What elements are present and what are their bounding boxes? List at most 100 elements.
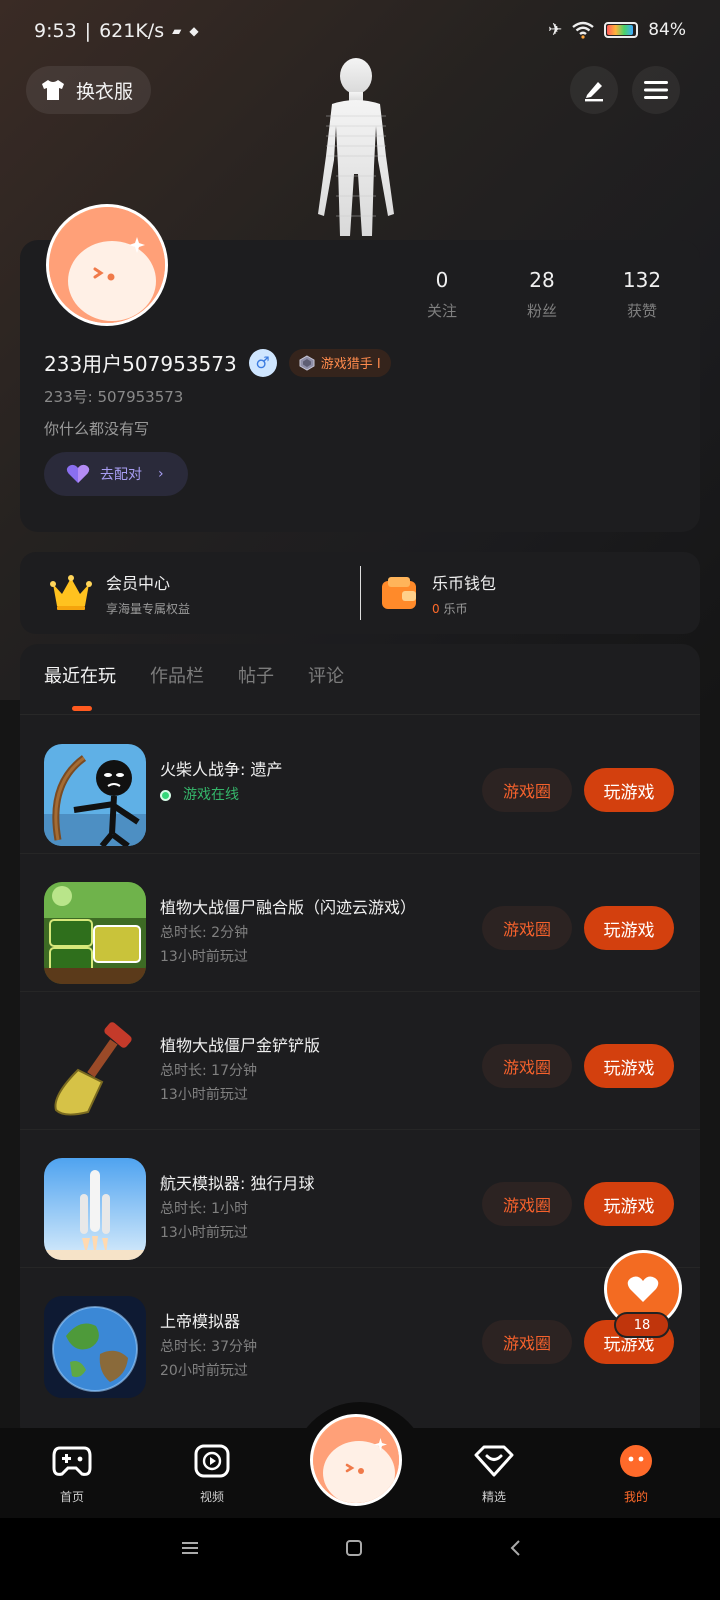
tab-posts[interactable]: 帖子: [238, 662, 274, 688]
stat-following[interactable]: 0 关注: [392, 268, 492, 321]
game-playtime: 总时长: 17分钟: [160, 1063, 257, 1079]
recents-icon[interactable]: [180, 1540, 200, 1556]
game-icon-god-simulator[interactable]: [44, 1296, 146, 1398]
stat-label: 关注: [426, 302, 457, 320]
male-gender-icon: ♂: [248, 348, 277, 377]
tab-comments[interactable]: 评论: [308, 662, 344, 688]
like-count: 18: [614, 1312, 670, 1338]
status-right: ✈ 84%: [548, 20, 686, 40]
nav-home[interactable]: 首页: [32, 1444, 112, 1505]
wallet-amount: 0: [432, 601, 440, 616]
change-outfit-button[interactable]: 换衣服: [26, 66, 152, 114]
heart-shield-icon: [474, 1445, 514, 1477]
battery-icon: [604, 22, 639, 38]
status-speed: 621K/s: [99, 20, 165, 42]
game-circle-button[interactable]: 游戏圈: [482, 906, 572, 950]
tab-works[interactable]: 作品栏: [150, 662, 204, 688]
wallet-icon: [382, 577, 416, 609]
nav-video[interactable]: 视频: [172, 1444, 252, 1505]
heart-icon: [627, 1276, 659, 1302]
game-circle-button[interactable]: 游戏圈: [482, 1044, 572, 1088]
game-circle-button[interactable]: 游戏圈: [482, 768, 572, 812]
game-last-played: 13小时前玩过: [160, 1225, 248, 1241]
game-icon-pvz-fusion[interactable]: [44, 882, 146, 984]
membership-card: 会员中心 享海量专属权益 乐币钱包 0 乐币: [20, 552, 700, 634]
vip-subtitle: 享海量专属权益: [106, 601, 191, 616]
hamburger-icon: [644, 81, 668, 99]
stat-likes[interactable]: 132 获赞: [592, 268, 692, 321]
stat-label: 粉丝: [526, 302, 557, 320]
status-left: 9:53 | 621K/s ▰ ◆: [34, 20, 199, 42]
nav-label: 视频: [199, 1490, 224, 1504]
bio: 你什么都没有写: [44, 420, 150, 438]
play-game-button[interactable]: 玩游戏: [584, 1182, 674, 1226]
game-name: 植物大战僵尸融合版（闪迹云游戏）: [160, 898, 417, 917]
back-icon[interactable]: [508, 1538, 524, 1558]
notification-icon-2: ◆: [189, 24, 199, 38]
tab-indicator: [72, 706, 92, 711]
username-row: 233用户507953573 ♂ 游戏猎手 I: [44, 348, 391, 377]
change-outfit-label: 换衣服: [76, 80, 134, 103]
game-name: 上帝模拟器: [160, 1312, 241, 1331]
status-bar: 9:53 | 621K/s ▰ ◆ ✈ 84%: [0, 0, 720, 64]
nav-label: 首页: [59, 1490, 84, 1504]
online-text: 游戏在线: [183, 787, 239, 803]
stick-war-icon: [44, 744, 146, 846]
game-icon-spaceflight[interactable]: [44, 1158, 146, 1260]
badge-label: 游戏猎手 I: [320, 357, 381, 372]
edit-profile-button[interactable]: [570, 66, 618, 114]
nav-mine[interactable]: 我的: [596, 1444, 676, 1505]
avatar-figure[interactable]: [306, 56, 406, 242]
center-avatar-button[interactable]: [310, 1414, 402, 1506]
airplane-icon: ✈: [547, 20, 563, 40]
play-game-button[interactable]: 玩游戏: [584, 906, 674, 950]
wallet-unit: 乐币: [443, 601, 468, 616]
stat-value: 132: [622, 268, 662, 292]
play-game-button[interactable]: 玩游戏: [584, 1044, 674, 1088]
profile-face-icon: [620, 1445, 652, 1477]
wallet-entry[interactable]: 乐币钱包 0 乐币: [380, 552, 496, 634]
game-online-status: 游戏在线: [160, 784, 239, 804]
divider: [360, 566, 361, 620]
game-row[interactable]: 植物大战僵尸金铲铲版 总时长: 17分钟 13小时前玩过 游戏圈 玩游戏: [20, 990, 700, 1130]
nav-label: 精选: [481, 1490, 506, 1504]
play-game-button[interactable]: 玩游戏: [584, 768, 674, 812]
game-circle-button[interactable]: 游戏圈: [482, 1182, 572, 1226]
battery-percent: 84%: [648, 20, 686, 40]
game-last-played: 13小时前玩过: [160, 1087, 248, 1103]
golden-shovel-icon: [54, 1022, 132, 1116]
game-row[interactable]: 航天模拟器: 独行月球 总时长: 1小时 13小时前玩过 游戏圈 玩游戏: [20, 1128, 700, 1268]
wifi-icon: [572, 21, 594, 39]
content-tabs: 最近在玩 作品栏 帖子 评论: [44, 662, 344, 688]
nav-featured[interactable]: 精选: [454, 1444, 534, 1505]
user-id[interactable]: 233号: 507953573: [44, 386, 183, 407]
game-row[interactable]: 火柴人战争: 遗产 游戏在线 游戏圈 玩游戏: [20, 714, 700, 854]
wallet-title: 乐币钱包: [432, 573, 497, 593]
pencil-icon: [585, 82, 603, 102]
game-playtime: 总时长: 37分钟: [160, 1339, 257, 1355]
profile-stats: 0 关注 28 粉丝 132 获赞: [392, 268, 692, 321]
vip-title: 会员中心: [106, 573, 171, 593]
stat-followers[interactable]: 28 粉丝: [492, 268, 592, 321]
tshirt-icon: [42, 80, 64, 100]
tab-recently-played[interactable]: 最近在玩: [44, 662, 116, 688]
game-name: 航天模拟器: 独行月球: [160, 1174, 315, 1193]
home-icon[interactable]: [344, 1538, 364, 1558]
game-circle-button[interactable]: 游戏圈: [482, 1320, 572, 1364]
game-row[interactable]: 植物大战僵尸融合版（闪迹云游戏） 总时长: 2分钟 13小时前玩过 游戏圈 玩游…: [20, 852, 700, 992]
heart-icon: [66, 464, 90, 483]
game-last-played: 13小时前玩过: [160, 949, 248, 965]
game-name: 火柴人战争: 遗产: [160, 760, 283, 779]
game-icon-pvz-shovel[interactable]: [44, 1020, 146, 1122]
go-match-button[interactable]: 去配对 ›: [44, 452, 188, 496]
game-icon-stick-war[interactable]: [44, 744, 146, 846]
online-dot-icon: [160, 789, 171, 801]
game-row[interactable]: 上帝模拟器 总时长: 37分钟 20小时前玩过 游戏圈 玩游戏: [20, 1266, 700, 1406]
game-hunter-badge[interactable]: 游戏猎手 I: [288, 348, 391, 377]
stat-label: 获赞: [626, 302, 657, 320]
game-name: 植物大战僵尸金铲铲版: [160, 1036, 321, 1055]
menu-button[interactable]: [632, 66, 680, 114]
user-avatar[interactable]: [46, 204, 168, 326]
chevron-right-icon: ›: [158, 466, 164, 482]
vip-center-entry[interactable]: 会员中心 享海量专属权益: [50, 552, 190, 634]
